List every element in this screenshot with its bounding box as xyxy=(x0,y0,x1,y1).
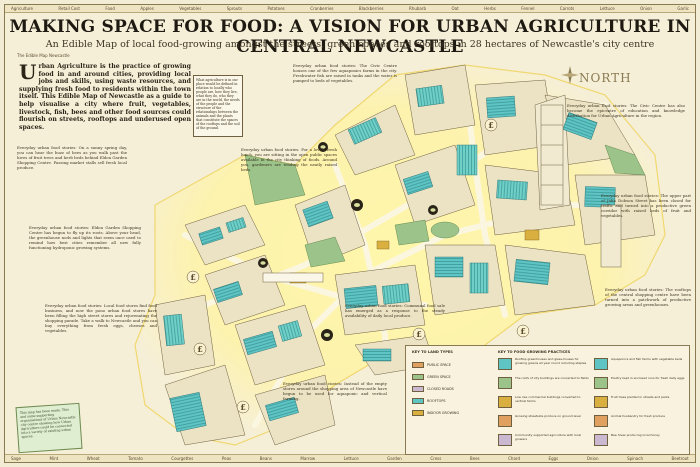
story-note-7: Everyday urban food stories: The upper p… xyxy=(601,193,691,218)
practice-illustration-icon xyxy=(594,415,608,427)
credit-line: The Edible Map Newcastle xyxy=(17,53,70,58)
story-note-9: Everyday urban food stories: Instead of … xyxy=(283,381,387,401)
land-type-row: PUBLIC SPACE xyxy=(412,360,451,369)
land-type-row: INDOOR GROWING xyxy=(412,408,459,417)
story-note-8: Everyday urban food stories: Communal fo… xyxy=(345,303,445,318)
practice-row: Fruit trees planted in streets and parks xyxy=(594,395,686,414)
land-type-swatch xyxy=(412,397,424,404)
practice-row: Bee hives producing local honey xyxy=(594,433,686,452)
land-type-label: GREEN SPACE xyxy=(427,374,451,379)
practice-label: Community supported agriculture with loc… xyxy=(515,433,582,441)
story-note-5: Everyday urban food stories: For a lovel… xyxy=(241,147,337,172)
drop-cap: U xyxy=(19,60,37,84)
svg-text:£: £ xyxy=(197,344,203,354)
practice-illustration-icon xyxy=(498,358,512,370)
practice-label: Aquaponics and fish farms with vegetable… xyxy=(611,357,683,361)
story-note-6: Everyday urban food stories: The Civic C… xyxy=(567,103,685,118)
practice-illustration-icon xyxy=(498,377,512,389)
land-type-row: GREEN SPACE xyxy=(412,372,451,381)
page-subtitle: An Edible Map of local food-growing amon… xyxy=(45,39,655,50)
svg-text:£: £ xyxy=(416,329,422,339)
svg-text:£: £ xyxy=(520,326,526,336)
svg-text:£: £ xyxy=(240,402,246,412)
practice-illustration-icon xyxy=(594,396,608,408)
land-type-label: ROOFTOPS xyxy=(427,398,446,403)
sticky-note: This map has been made. This and some su… xyxy=(15,402,83,454)
intro-paragraph: Urban Agriculture is the practice of gro… xyxy=(19,60,191,131)
practice-row: Community supported agriculture with loc… xyxy=(498,433,590,452)
page-title: MAKING SPACE FOR FOOD: A VISION FOR URBA… xyxy=(9,17,691,57)
story-note-1: Everyday urban food stories: On a sunny … xyxy=(17,145,127,170)
practice-row: Rooftop greenhouses and glass-houses for… xyxy=(498,357,590,376)
practice-row: Poultry kept in enclosed runs for fresh … xyxy=(594,376,686,395)
practice-label: Rooftop greenhouses and glass-houses for… xyxy=(515,357,587,365)
practice-row: Animal husbandry for fresh produce xyxy=(594,414,686,433)
practice-label: Bee hives producing local honey xyxy=(611,433,660,437)
quote-box: What agriculture is in our place would b… xyxy=(193,75,243,137)
practice-label: Animal husbandry for fresh produce xyxy=(611,414,665,418)
compass-rose-icon xyxy=(561,66,579,84)
svg-text:£: £ xyxy=(488,120,494,130)
practice-illustration-icon xyxy=(594,377,608,389)
land-type-swatch xyxy=(412,385,424,392)
practice-row: The roofs of city buildings are converte… xyxy=(498,376,590,395)
practice-label: Fruit trees planted in streets and parks xyxy=(611,395,670,399)
land-type-label: CLOSED ROADS xyxy=(427,386,454,391)
poster: Agriculture Retail Cost Food Apples Vegetabl… xyxy=(4,4,696,463)
practice-label: Growing streetside produce on ground lev… xyxy=(515,414,581,418)
practice-illustration-icon xyxy=(594,434,608,446)
land-type-swatch xyxy=(412,361,424,368)
land-type-swatch xyxy=(412,409,424,416)
practice-label: The roofs of city buildings are converte… xyxy=(515,376,589,380)
map-legend: KEY TO LAND TYPES KEY TO FOOD GROWING PR… xyxy=(405,345,690,455)
practice-row: Growing streetside produce on ground lev… xyxy=(498,414,590,433)
practice-illustration-icon xyxy=(498,434,512,446)
market-label-board xyxy=(262,272,324,283)
practice-label: Poultry kept in enclosed runs for fresh … xyxy=(611,376,685,380)
practice-illustration-icon xyxy=(498,415,512,427)
story-note-4: Everyday urban food stories: The Civic C… xyxy=(293,63,397,83)
practice-row: Aquaponics and fish farms with vegetable… xyxy=(594,357,686,376)
land-key-title: KEY TO LAND TYPES xyxy=(412,350,453,354)
practice-label: Low rise commercial buildings converted … xyxy=(515,395,581,403)
land-type-label: PUBLIC SPACE xyxy=(427,362,451,367)
practice-row: Low rise commercial buildings converted … xyxy=(498,395,590,414)
practice-key-title: KEY TO FOOD GROWING PRACTICES xyxy=(498,350,571,354)
story-note-10: Everyday urban food stories: The rooftop… xyxy=(605,287,691,307)
practice-illustration-icon xyxy=(594,358,608,370)
land-type-row: ROOFTOPS xyxy=(412,396,446,405)
intro-text: rban Agriculture is the practice of grow… xyxy=(19,63,191,131)
story-note-3: Everyday urban food stories: Local food … xyxy=(45,303,157,333)
practice-illustration-icon xyxy=(498,396,512,408)
svg-text:£: £ xyxy=(190,272,196,282)
story-note-2: Everyday urban food stories: Eldon Garde… xyxy=(29,225,141,250)
north-label: NORTH xyxy=(579,71,632,85)
land-type-swatch xyxy=(412,373,424,380)
land-type-label: INDOOR GROWING xyxy=(427,410,460,415)
land-type-row: CLOSED ROADS xyxy=(412,384,454,393)
